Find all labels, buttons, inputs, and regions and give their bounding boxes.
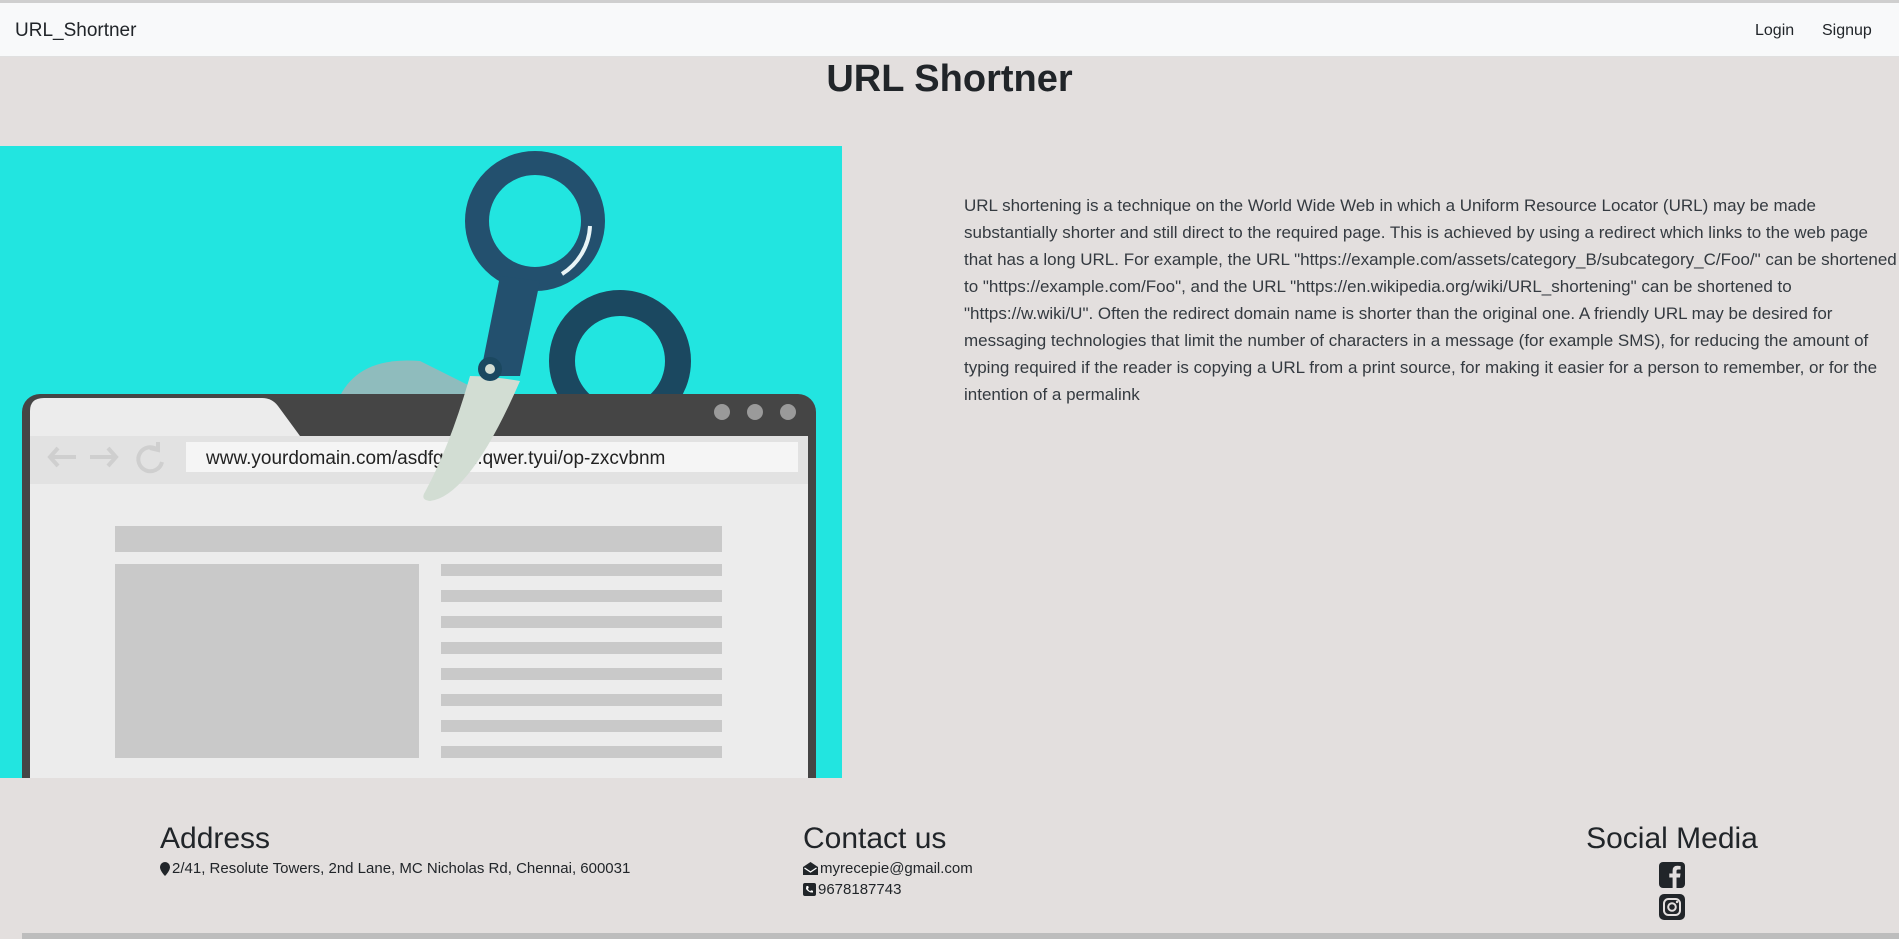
facebook-icon[interactable]: [1659, 862, 1685, 888]
signup-link[interactable]: Signup: [1822, 22, 1872, 40]
url-bar-text: www.yourdomain.com/asdfgh/jkl.qwer.tyui/…: [205, 448, 665, 469]
map-marker-icon: [160, 861, 170, 876]
address-heading: Address: [160, 822, 271, 855]
contact-heading: Contact us: [803, 822, 947, 855]
footer-address: Address 2/41, Resolute Towers, 2nd Lane,…: [160, 822, 630, 877]
navbar: URL_Shortner Login Signup: [0, 3, 1899, 57]
page-title: URL Shortner: [826, 58, 1073, 100]
contact-phone[interactable]: 9678187743: [818, 881, 901, 898]
window-dot-2: [747, 404, 763, 420]
social-heading: Social Media: [1586, 822, 1758, 855]
hero-illustration: www.yourdomain.com/asdfgh/jkl.qwer.tyui/…: [0, 146, 842, 778]
bottom-scrollbar[interactable]: [22, 933, 1899, 939]
navbar-brand[interactable]: URL_Shortner: [15, 20, 136, 42]
window-dot-3: [780, 404, 796, 420]
window-dot-1: [714, 404, 730, 420]
contact-email[interactable]: myrecepie@gmail.com: [820, 860, 973, 877]
login-link[interactable]: Login: [1755, 22, 1794, 40]
phone-icon: [803, 883, 816, 896]
url-shortening-description: URL shortening is a technique on the Wor…: [964, 196, 1897, 404]
footer-contact: Contact us myrecepie@gmail.com 967818774…: [803, 822, 973, 898]
address-line: 2/41, Resolute Towers, 2nd Lane, MC Nich…: [160, 860, 630, 877]
instagram-icon[interactable]: [1659, 894, 1685, 920]
footer-social: Social Media: [1586, 822, 1758, 920]
contact-email-line: myrecepie@gmail.com: [803, 860, 973, 877]
address-text: 2/41, Resolute Towers, 2nd Lane, MC Nich…: [172, 860, 631, 877]
envelope-icon: [803, 862, 818, 875]
contact-phone-line: 9678187743: [803, 881, 973, 898]
